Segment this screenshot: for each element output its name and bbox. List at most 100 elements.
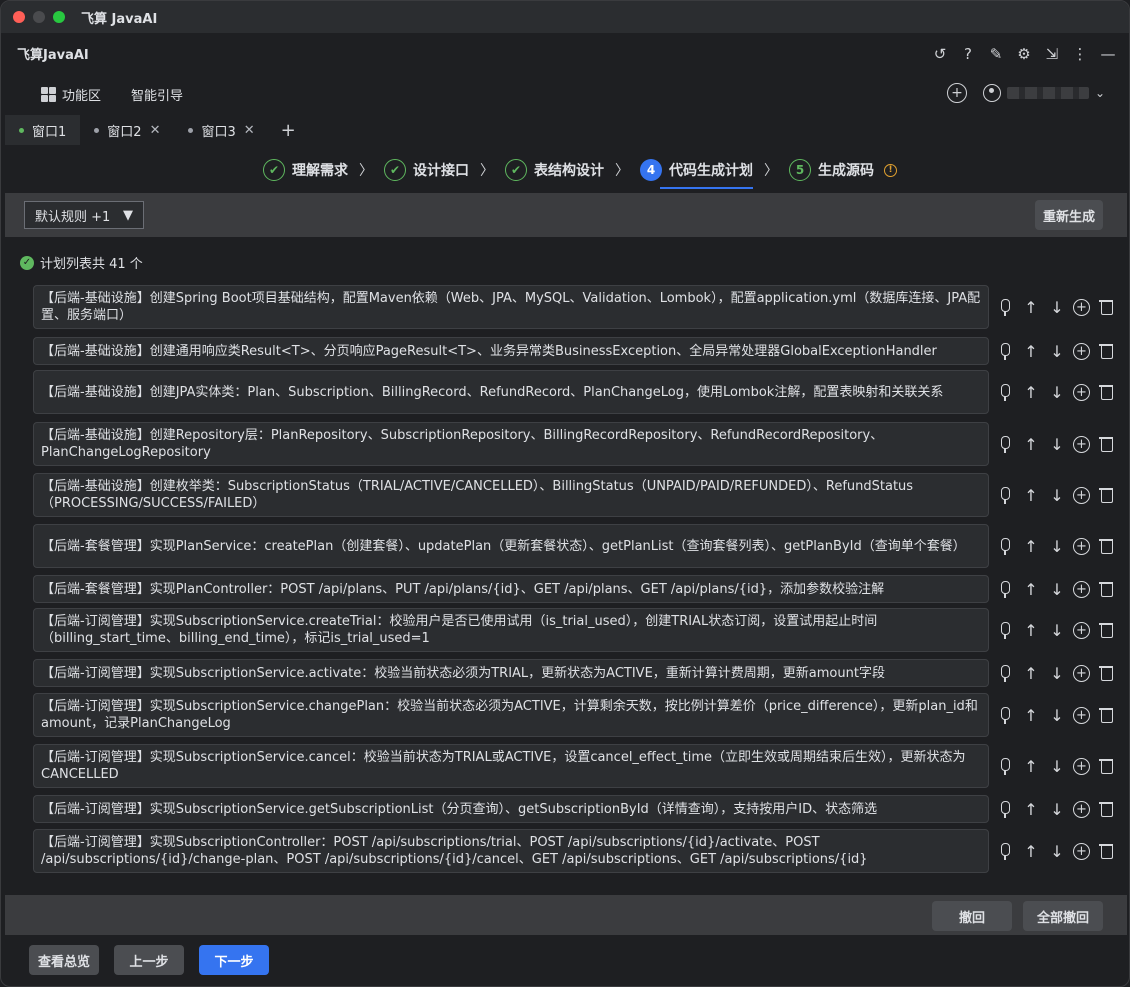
plan-item-text[interactable]: 【后端-基础设施】创建枚举类：SubscriptionStatus（TRIAL/… bbox=[33, 473, 989, 517]
close-window-button[interactable] bbox=[13, 11, 25, 23]
arrow-up-icon[interactable]: ↑ bbox=[1021, 536, 1041, 556]
plan-item-text[interactable]: 【后端-基础设施】创建Spring Boot项目基础结构，配置Maven依赖（W… bbox=[33, 285, 989, 329]
trash-icon[interactable] bbox=[1096, 297, 1116, 317]
trash-icon[interactable] bbox=[1096, 799, 1116, 819]
plan-item-text[interactable]: 【后端-订阅管理】实现SubscriptionService.cancel：校验… bbox=[33, 744, 989, 788]
rule-select[interactable]: 默认规则 +1 ▼ bbox=[24, 201, 144, 229]
arrow-up-icon[interactable]: ↑ bbox=[1021, 663, 1041, 683]
nav-smart-guide[interactable]: 智能引导 bbox=[131, 85, 183, 104]
previous-step-button[interactable]: 上一步 bbox=[114, 945, 184, 975]
step-design-api[interactable]: ✔ 设计接口 bbox=[384, 151, 469, 189]
microphone-icon[interactable] bbox=[995, 485, 1015, 505]
add-item-icon[interactable]: + bbox=[1073, 842, 1090, 860]
plan-item-text[interactable]: 【后端-基础设施】创建通用响应类Result<T>、分页响应PageResult… bbox=[33, 337, 989, 365]
edit-icon[interactable]: ✎ bbox=[985, 43, 1007, 65]
arrow-up-icon[interactable]: ↑ bbox=[1021, 579, 1041, 599]
arrow-up-icon[interactable]: ↑ bbox=[1021, 756, 1041, 776]
plan-item-text[interactable]: 【后端-订阅管理】实现SubscriptionController：POST /… bbox=[33, 829, 989, 873]
step-generate-source[interactable]: 5 生成源码 bbox=[789, 151, 874, 189]
undo-button[interactable]: 撤回 bbox=[932, 901, 1012, 931]
add-item-icon[interactable]: + bbox=[1073, 342, 1090, 360]
arrow-down-icon[interactable]: ↓ bbox=[1047, 485, 1067, 505]
user-menu[interactable]: ⌄ bbox=[982, 84, 1105, 102]
tab-window-3[interactable]: 窗口3 ✕ bbox=[174, 115, 268, 145]
add-item-icon[interactable]: + bbox=[1073, 800, 1090, 818]
trash-icon[interactable] bbox=[1096, 663, 1116, 683]
arrow-down-icon[interactable]: ↓ bbox=[1047, 756, 1067, 776]
history-icon[interactable]: ↺ bbox=[929, 43, 951, 65]
microphone-icon[interactable] bbox=[995, 382, 1015, 402]
trash-icon[interactable] bbox=[1096, 756, 1116, 776]
info-icon[interactable]: ! bbox=[884, 163, 897, 177]
plan-item-text[interactable]: 【后端-订阅管理】实现SubscriptionService.changePla… bbox=[33, 693, 989, 737]
microphone-icon[interactable] bbox=[995, 434, 1015, 454]
arrow-down-icon[interactable]: ↓ bbox=[1047, 536, 1067, 556]
step-table-design[interactable]: ✔ 表结构设计 bbox=[505, 151, 604, 189]
view-overview-button[interactable]: 查看总览 bbox=[29, 945, 99, 975]
arrow-down-icon[interactable]: ↓ bbox=[1047, 705, 1067, 725]
plan-item-text[interactable]: 【后端-订阅管理】实现SubscriptionService.getSubscr… bbox=[33, 795, 989, 823]
arrow-down-icon[interactable]: ↓ bbox=[1047, 434, 1067, 454]
arrow-up-icon[interactable]: ↑ bbox=[1021, 841, 1041, 861]
trash-icon[interactable] bbox=[1096, 579, 1116, 599]
trash-icon[interactable] bbox=[1096, 341, 1116, 361]
plan-item-text[interactable]: 【后端-套餐管理】实现PlanService：createPlan（创建套餐）、… bbox=[33, 524, 989, 568]
arrow-down-icon[interactable]: ↓ bbox=[1047, 579, 1067, 599]
close-icon[interactable]: ✕ bbox=[244, 123, 255, 138]
microphone-icon[interactable] bbox=[995, 799, 1015, 819]
arrow-up-icon[interactable]: ↑ bbox=[1021, 620, 1041, 640]
tab-window-1[interactable]: 窗口1 bbox=[5, 115, 81, 145]
microphone-icon[interactable] bbox=[995, 297, 1015, 317]
zoom-window-button[interactable] bbox=[53, 11, 65, 23]
trash-icon[interactable] bbox=[1096, 841, 1116, 861]
microphone-icon[interactable] bbox=[995, 620, 1015, 640]
add-item-icon[interactable]: + bbox=[1073, 298, 1090, 316]
add-item-icon[interactable]: + bbox=[1073, 435, 1090, 453]
arrow-down-icon[interactable]: ↓ bbox=[1047, 620, 1067, 640]
plan-item-text[interactable]: 【后端-基础设施】创建JPA实体类：Plan、Subscription、Bill… bbox=[33, 370, 989, 414]
plan-list[interactable]: 【后端-基础设施】创建Spring Boot项目基础结构，配置Maven依赖（W… bbox=[33, 283, 1123, 881]
trash-icon[interactable] bbox=[1096, 620, 1116, 640]
trash-icon[interactable] bbox=[1096, 434, 1116, 454]
plan-item-text[interactable]: 【后端-套餐管理】实现PlanController：POST /api/plan… bbox=[33, 575, 989, 603]
add-item-icon[interactable]: + bbox=[1073, 537, 1090, 555]
add-item-icon[interactable]: + bbox=[1073, 486, 1090, 504]
regenerate-button[interactable]: 重新生成 bbox=[1034, 200, 1103, 230]
step-code-plan[interactable]: 4 代码生成计划 bbox=[640, 151, 753, 189]
add-item-icon[interactable]: + bbox=[1073, 664, 1090, 682]
add-item-icon[interactable]: + bbox=[1073, 706, 1090, 724]
arrow-up-icon[interactable]: ↑ bbox=[1021, 799, 1041, 819]
microphone-icon[interactable] bbox=[995, 663, 1015, 683]
arrow-up-icon[interactable]: ↑ bbox=[1021, 434, 1041, 454]
microphone-icon[interactable] bbox=[995, 756, 1015, 776]
microphone-icon[interactable] bbox=[995, 579, 1015, 599]
arrow-up-icon[interactable]: ↑ bbox=[1021, 705, 1041, 725]
microphone-icon[interactable] bbox=[995, 341, 1015, 361]
close-icon[interactable]: ✕ bbox=[150, 123, 161, 138]
arrow-up-icon[interactable]: ↑ bbox=[1021, 341, 1041, 361]
collapse-icon[interactable]: ⇲ bbox=[1041, 43, 1063, 65]
arrow-down-icon[interactable]: ↓ bbox=[1047, 841, 1067, 861]
tab-window-2[interactable]: 窗口2 ✕ bbox=[80, 115, 174, 145]
settings-icon[interactable]: ⚙ bbox=[1013, 43, 1035, 65]
add-item-icon[interactable]: + bbox=[1073, 580, 1090, 598]
trash-icon[interactable] bbox=[1096, 705, 1116, 725]
nav-function-area[interactable]: 功能区 bbox=[41, 85, 101, 104]
arrow-down-icon[interactable]: ↓ bbox=[1047, 341, 1067, 361]
step-understand[interactable]: ✔ 理解需求 bbox=[263, 151, 348, 189]
minimize-icon[interactable]: — bbox=[1097, 43, 1119, 65]
trash-icon[interactable] bbox=[1096, 536, 1116, 556]
next-step-button[interactable]: 下一步 bbox=[199, 945, 269, 975]
microphone-icon[interactable] bbox=[995, 705, 1015, 725]
add-item-icon[interactable]: + bbox=[1073, 383, 1090, 401]
plan-item-text[interactable]: 【后端-订阅管理】实现SubscriptionService.createTri… bbox=[33, 608, 989, 652]
arrow-down-icon[interactable]: ↓ bbox=[1047, 382, 1067, 402]
add-icon[interactable]: + bbox=[946, 83, 967, 103]
arrow-up-icon[interactable]: ↑ bbox=[1021, 485, 1041, 505]
arrow-down-icon[interactable]: ↓ bbox=[1047, 297, 1067, 317]
undo-all-button[interactable]: 全部撤回 bbox=[1023, 901, 1103, 931]
more-icon[interactable]: ⋮ bbox=[1069, 43, 1091, 65]
plan-item-text[interactable]: 【后端-订阅管理】实现SubscriptionService.activate：… bbox=[33, 659, 989, 687]
trash-icon[interactable] bbox=[1096, 485, 1116, 505]
arrow-up-icon[interactable]: ↑ bbox=[1021, 382, 1041, 402]
